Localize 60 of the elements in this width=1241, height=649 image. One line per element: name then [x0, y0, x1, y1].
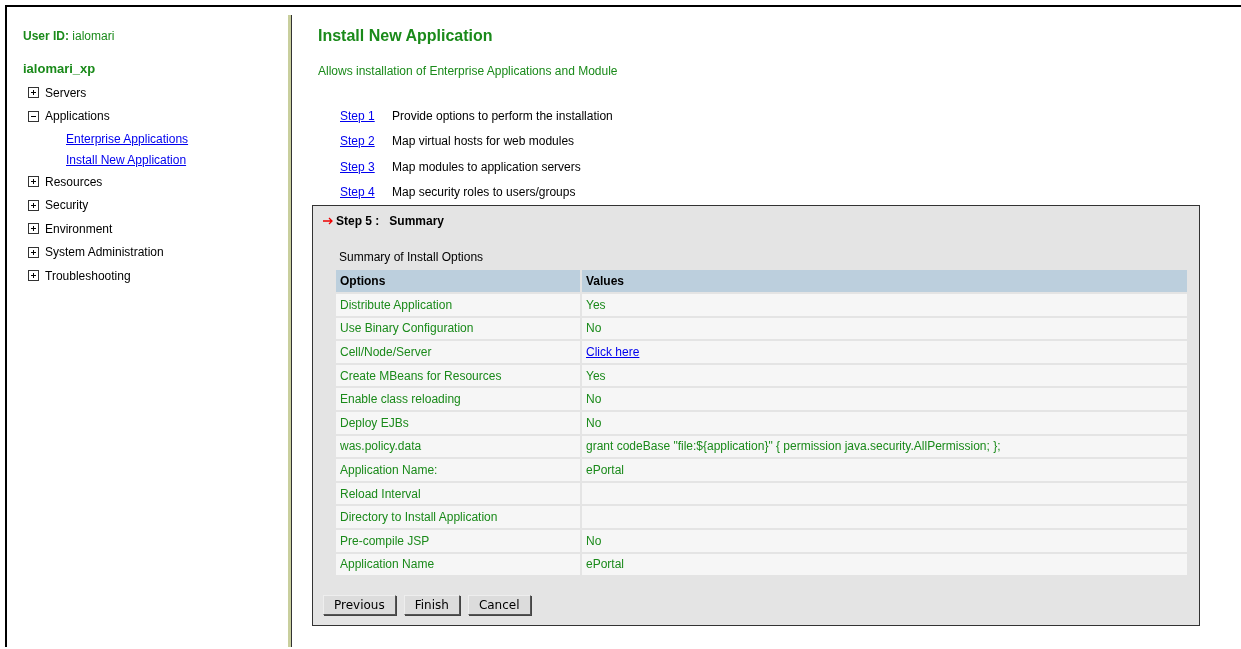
- page-title: Install New Application: [318, 27, 494, 45]
- step-title: Summary: [389, 214, 445, 228]
- table-cell: Create MBeans for Resources: [336, 363, 581, 388]
- collapse-icon[interactable]: [28, 110, 39, 122]
- expand-icon[interactable]: [28, 87, 39, 99]
- table-cell: Cell/Node/Server: [336, 340, 581, 364]
- tree-link[interactable]: Enterprise Applications: [66, 131, 189, 146]
- step-description: Map virtual hosts for web modules: [392, 134, 575, 149]
- expand-icon[interactable]: [28, 270, 39, 282]
- tree-item[interactable]: Resources: [45, 174, 103, 189]
- wizard-button[interactable]: Finish: [403, 595, 460, 616]
- wizard-button[interactable]: Cancel: [467, 595, 531, 616]
- tree-item[interactable]: System Administration: [45, 245, 164, 260]
- tree-item[interactable]: Troubleshooting: [45, 268, 131, 283]
- column-header: Options: [336, 270, 581, 293]
- table-cell: grant codeBase "file:${application}" { permission java.security.AllPermission; };: [581, 434, 1188, 459]
- arrow-icon: [323, 217, 334, 225]
- step-label: Step 5 :: [336, 214, 380, 228]
- table-cell: Deploy EJBs: [336, 410, 581, 435]
- table-cell: Application Name:: [336, 458, 581, 482]
- tree-link[interactable]: Install New Application: [66, 152, 187, 167]
- table-cell: No: [581, 410, 1188, 435]
- table-cell: was.policy.data: [336, 434, 581, 459]
- table-cell: No: [581, 316, 1188, 341]
- step-description: Provide options to perform the installation: [392, 108, 613, 123]
- expand-icon[interactable]: [28, 246, 39, 258]
- step-description: Map modules to application servers: [392, 159, 581, 174]
- table-cell: Distribute Application: [336, 293, 581, 317]
- value-link[interactable]: Click here: [586, 345, 640, 359]
- wizard-button[interactable]: Previous: [323, 595, 396, 616]
- table-caption: Summary of Install Options: [339, 250, 485, 264]
- expand-icon[interactable]: [28, 199, 39, 211]
- page-description: Allows installation of Enterprise Applications and Module: [318, 64, 619, 78]
- step-description: Map security roles to users/groups: [392, 185, 576, 200]
- user-id: ialomari: [71, 29, 115, 43]
- table-cell: No: [581, 528, 1188, 553]
- column-header: Values: [581, 270, 1188, 293]
- expand-icon[interactable]: [28, 176, 39, 188]
- step-link[interactable]: Step 3: [340, 159, 392, 174]
- node-name: ialomari_xp: [23, 61, 97, 76]
- expand-icon[interactable]: [28, 223, 39, 235]
- step-link[interactable]: Step 4: [340, 185, 392, 200]
- step-link[interactable]: Step 2: [340, 134, 392, 149]
- user-id-label: User ID:: [23, 29, 69, 43]
- table-cell: Enable class reloading: [336, 387, 581, 411]
- table-cell: Yes: [581, 363, 1188, 388]
- tree-item[interactable]: Servers: [45, 85, 87, 100]
- step-link[interactable]: Step 1: [340, 108, 392, 123]
- tree-item[interactable]: Environment: [45, 221, 113, 236]
- tree-item[interactable]: Applications: [45, 109, 110, 124]
- table-cell: Use Binary Configuration: [336, 316, 581, 341]
- table-cell: Yes: [581, 293, 1188, 317]
- tree-item[interactable]: Security: [45, 198, 89, 213]
- table-cell: ePortal: [581, 458, 1188, 482]
- table-cell: Directory to Install Application: [336, 505, 581, 529]
- table-cell: Pre-compile JSP: [336, 528, 581, 553]
- table-cell: No: [581, 387, 1188, 411]
- table-cell: Application Name: [336, 552, 581, 576]
- table-cell: ePortal: [581, 552, 1188, 576]
- table-cell: Reload Interval: [336, 481, 581, 506]
